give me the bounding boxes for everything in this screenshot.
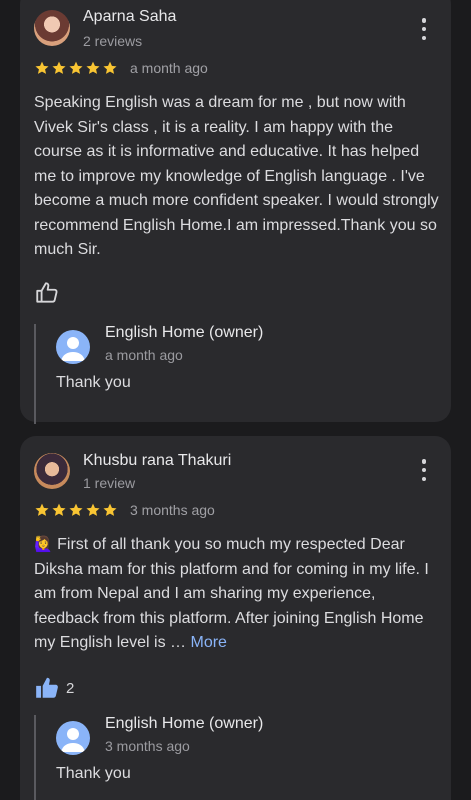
- rating-row: 3 months ago: [34, 502, 215, 518]
- review-time: 3 months ago: [130, 502, 215, 518]
- star-icon: [34, 60, 50, 76]
- reviewer-avatar[interactable]: [34, 453, 70, 489]
- like-count: 2: [66, 679, 75, 697]
- owner-reply: English Home (owner) 3 months ago Thank …: [34, 715, 436, 800]
- reviewer-name[interactable]: Aparna Saha: [83, 8, 176, 26]
- thumb-up-outline-icon: [34, 280, 60, 306]
- review-card: Aparna Saha 2 reviews a month ago Speaki…: [20, 0, 451, 424]
- star-icon: [102, 502, 118, 518]
- star-icon: [51, 502, 67, 518]
- like-button[interactable]: 2: [34, 675, 74, 701]
- star-icon: [85, 502, 101, 518]
- review-time: a month ago: [130, 60, 208, 76]
- thumb-up-filled-icon: [34, 675, 60, 701]
- reviewer-review-count: 1 review: [83, 475, 136, 491]
- owner-name: English Home (owner): [105, 715, 264, 732]
- star-icon: [51, 60, 67, 76]
- person-icon: [56, 330, 90, 364]
- review-card: Khusbu rana Thakuri 1 review 3 months ag…: [20, 436, 451, 800]
- reply-text: Thank you: [56, 374, 131, 391]
- review-text-body: First of all thank you so much my respec…: [34, 536, 429, 651]
- more-link[interactable]: More: [191, 634, 227, 651]
- reviewer-review-count: 2 reviews: [83, 33, 143, 49]
- star-rating: [34, 60, 118, 76]
- star-icon: [85, 60, 101, 76]
- emoji: 🙋‍♀️: [34, 536, 53, 553]
- reviewer-avatar[interactable]: [34, 10, 70, 46]
- review-text: Speaking English was a dream for me , bu…: [34, 94, 439, 258]
- rating-row: a month ago: [34, 60, 208, 76]
- star-icon: [68, 502, 84, 518]
- reviews-feed: Aparna Saha 2 reviews a month ago Speaki…: [0, 0, 471, 800]
- person-icon: [56, 721, 90, 755]
- star-icon: [34, 502, 50, 518]
- reviewer-name[interactable]: Khusbu rana Thakuri: [83, 452, 231, 470]
- star-rating: [34, 502, 118, 518]
- star-icon: [68, 60, 84, 76]
- star-icon: [102, 60, 118, 76]
- more-vert-icon[interactable]: [421, 459, 427, 481]
- reply-time: a month ago: [105, 347, 183, 363]
- reply-text: Thank you: [56, 765, 131, 782]
- like-button[interactable]: [34, 280, 60, 306]
- review-text: 🙋‍♀️ First of all thank you so much my r…: [34, 533, 439, 656]
- owner-name: English Home (owner): [105, 324, 264, 341]
- owner-reply: English Home (owner) a month ago Thank y…: [34, 324, 436, 424]
- more-vert-icon[interactable]: [421, 18, 427, 40]
- reply-time: 3 months ago: [105, 738, 190, 754]
